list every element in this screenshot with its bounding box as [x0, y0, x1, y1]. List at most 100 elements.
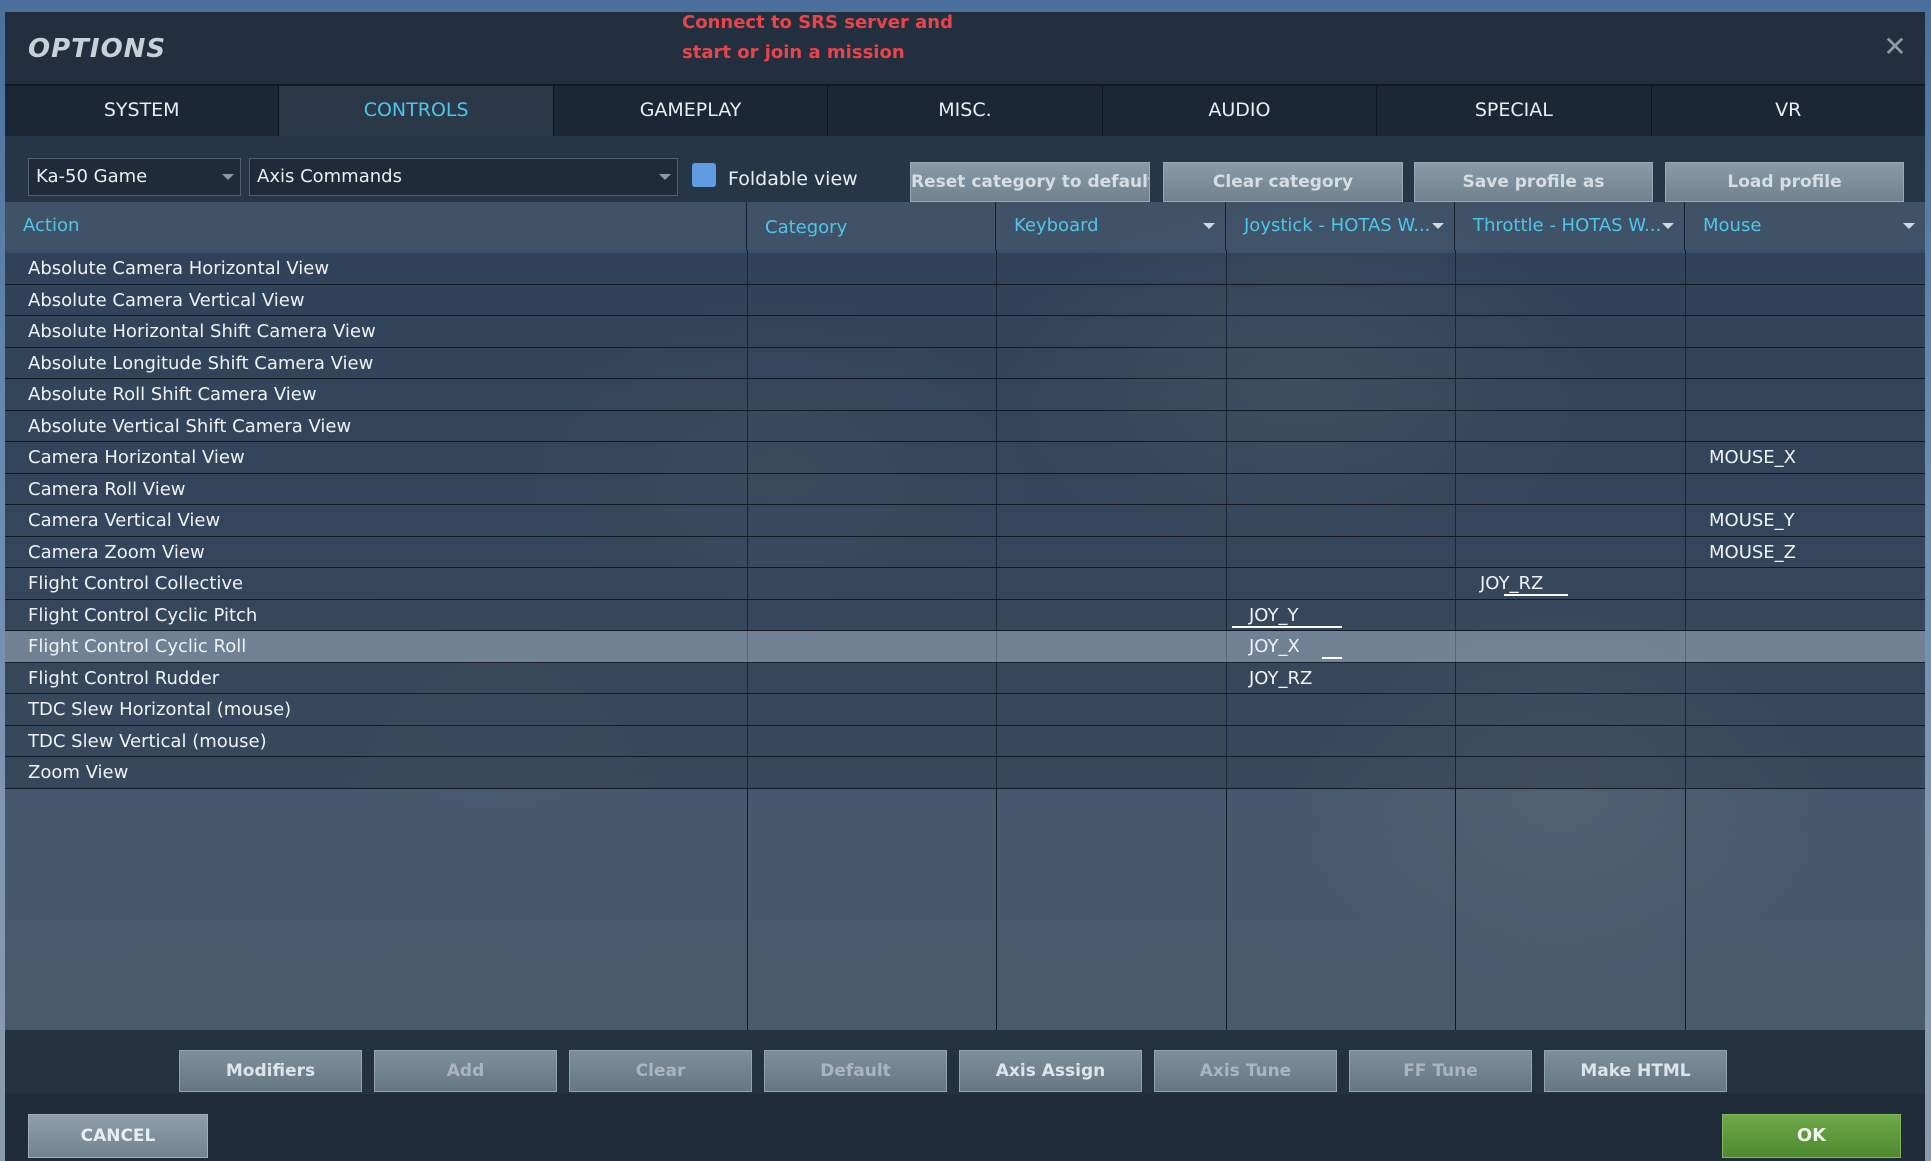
header-keyboard[interactable]: Keyboard: [996, 202, 1226, 250]
row-action: Camera Horizontal View: [28, 447, 245, 468]
default-button[interactable]: Default: [764, 1050, 947, 1092]
table-row[interactable]: Absolute Vertical Shift Camera View: [5, 410, 1925, 442]
options-window: OPTIONS Connect to SRS server and start …: [5, 12, 1925, 1161]
row-action: Flight Control Cyclic Roll: [28, 636, 247, 657]
bindings-table: Action Category Keyboard Joystick - HOTA…: [5, 202, 1925, 1030]
joystick-binding[interactable]: JOY_RZ: [1249, 663, 1359, 694]
cancel-button[interactable]: CANCEL: [28, 1114, 208, 1158]
chevron-down-icon: [1203, 223, 1215, 229]
table-header: Action Category Keyboard Joystick - HOTA…: [5, 202, 1925, 250]
srs-warning-line2: start or join a mission: [682, 42, 905, 63]
ok-button[interactable]: OK: [1722, 1114, 1901, 1158]
tab-bar: SYSTEM CONTROLS GAMEPLAY MISC. AUDIO SPE…: [5, 86, 1925, 136]
row-action: TDC Slew Horizontal (mouse): [28, 699, 292, 720]
row-action: Camera Vertical View: [28, 510, 221, 531]
row-action: Absolute Vertical Shift Camera View: [28, 415, 352, 437]
joystick-binding[interactable]: JOY_X: [1249, 631, 1359, 662]
foldable-view-label: Foldable view: [728, 168, 858, 190]
header-joystick[interactable]: Joystick - HOTAS W...: [1226, 202, 1455, 250]
tab-system[interactable]: SYSTEM: [5, 86, 280, 136]
table-row[interactable]: Flight Control Cyclic Roll JOY_X: [5, 631, 1925, 663]
chevron-down-icon: [1903, 223, 1915, 229]
table-row[interactable]: Camera Vertical View MOUSE_Y: [5, 505, 1925, 537]
add-button[interactable]: Add: [374, 1050, 557, 1092]
table-row[interactable]: Zoom View: [5, 757, 1925, 789]
row-action: Flight Control Collective: [28, 573, 244, 594]
table-row[interactable]: Flight Control Cyclic Pitch JOY_Y: [5, 599, 1925, 631]
binding-actions-bar: Modifiers Add Clear Default Axis Assign …: [5, 1030, 1925, 1094]
joystick-binding-label: JOY_X: [1249, 636, 1300, 657]
header-action[interactable]: Action: [5, 202, 747, 250]
table-row[interactable]: Absolute Camera Horizontal View: [5, 253, 1925, 285]
header-mouse-label: Mouse: [1703, 215, 1762, 236]
header-keyboard-label: Keyboard: [1014, 215, 1099, 236]
row-action: Absolute Camera Vertical View: [28, 289, 305, 311]
row-action: Absolute Horizontal Shift Camera View: [28, 321, 376, 342]
mouse-binding[interactable]: MOUSE_Y: [1709, 505, 1795, 536]
tab-vr[interactable]: VR: [1651, 86, 1925, 136]
table-row[interactable]: Camera Roll View: [5, 473, 1925, 505]
joystick-binding[interactable]: JOY_Y: [1232, 600, 1359, 631]
aircraft-select-value: Ka-50 Game: [36, 166, 148, 187]
axis-underline: [1322, 657, 1342, 659]
header-category[interactable]: Category: [747, 202, 996, 250]
row-action: Absolute Camera Horizontal View: [28, 258, 330, 279]
category-select-value: Axis Commands: [257, 166, 402, 187]
load-profile-button[interactable]: Load profile: [1665, 162, 1904, 202]
table-row[interactable]: Absolute Longitude Shift Camera View: [5, 347, 1925, 379]
header-throttle-label: Throttle - HOTAS W...: [1473, 215, 1662, 236]
row-action: Flight Control Cyclic Pitch: [28, 604, 258, 626]
aircraft-select[interactable]: Ka-50 Game: [28, 158, 241, 196]
chevron-down-icon: [659, 174, 671, 180]
reset-category-button[interactable]: Reset category to default: [910, 162, 1150, 202]
throttle-binding[interactable]: JOY_RZ: [1480, 568, 1580, 599]
axis-assign-button[interactable]: Axis Assign: [959, 1050, 1142, 1092]
tab-special[interactable]: SPECIAL: [1377, 86, 1652, 136]
table-row[interactable]: Absolute Horizontal Shift Camera View: [5, 316, 1925, 348]
tab-misc[interactable]: MISC.: [828, 86, 1103, 136]
table-row[interactable]: Flight Control Collective JOY_RZ: [5, 568, 1925, 600]
chevron-down-icon: [222, 174, 234, 180]
table-row[interactable]: Absolute Roll Shift Camera View: [5, 379, 1925, 411]
table-row[interactable]: TDC Slew Horizontal (mouse): [5, 694, 1925, 726]
foldable-view-checkbox[interactable]: [692, 163, 716, 187]
row-action: TDC Slew Vertical (mouse): [28, 730, 267, 752]
mouse-binding[interactable]: MOUSE_X: [1709, 442, 1796, 473]
make-html-button[interactable]: Make HTML: [1544, 1050, 1727, 1092]
save-profile-button[interactable]: Save profile as: [1414, 162, 1653, 202]
row-action: Absolute Roll Shift Camera View: [28, 384, 317, 405]
axis-underline: [1504, 594, 1568, 596]
modifiers-button[interactable]: Modifiers: [179, 1050, 362, 1092]
throttle-binding-label: JOY_RZ: [1480, 573, 1544, 594]
table-row[interactable]: Camera Horizontal View MOUSE_X: [5, 442, 1925, 474]
window-title: OPTIONS: [28, 34, 167, 64]
tab-controls[interactable]: CONTROLS: [279, 86, 554, 136]
header-mouse[interactable]: Mouse: [1685, 202, 1925, 250]
table-row[interactable]: TDC Slew Vertical (mouse): [5, 725, 1925, 757]
table-row[interactable]: Camera Zoom View MOUSE_Z: [5, 536, 1925, 568]
row-action: Flight Control Rudder: [28, 667, 220, 689]
table-rows: Absolute Camera Horizontal View Absolute…: [5, 253, 1925, 789]
row-action: Camera Roll View: [28, 478, 186, 500]
joystick-binding-label: JOY_Y: [1249, 604, 1299, 626]
title-bar: OPTIONS Connect to SRS server and start …: [5, 12, 1925, 86]
controls-toolbar: Ka-50 Game Axis Commands Foldable view R…: [5, 136, 1925, 202]
axis-underline: [1232, 625, 1342, 628]
row-action: Camera Zoom View: [28, 541, 205, 563]
header-throttle[interactable]: Throttle - HOTAS W...: [1455, 202, 1685, 250]
tab-gameplay[interactable]: GAMEPLAY: [553, 86, 829, 136]
clear-button[interactable]: Clear: [569, 1050, 752, 1092]
tab-audio[interactable]: AUDIO: [1102, 86, 1378, 136]
table-row[interactable]: Absolute Camera Vertical View: [5, 284, 1925, 316]
mouse-binding[interactable]: MOUSE_Z: [1709, 537, 1796, 568]
table-row[interactable]: Flight Control Rudder JOY_RZ: [5, 662, 1925, 694]
clear-category-button[interactable]: Clear category: [1163, 162, 1403, 202]
close-icon[interactable]: ✕: [1882, 33, 1908, 61]
srs-warning: Connect to SRS server and start or join …: [682, 0, 953, 68]
row-action: Absolute Longitude Shift Camera View: [28, 352, 374, 374]
category-select[interactable]: Axis Commands: [249, 158, 678, 196]
row-action: Zoom View: [28, 762, 129, 783]
ff-tune-button[interactable]: FF Tune: [1349, 1050, 1532, 1092]
chevron-down-icon: [1432, 223, 1444, 229]
axis-tune-button[interactable]: Axis Tune: [1154, 1050, 1337, 1092]
